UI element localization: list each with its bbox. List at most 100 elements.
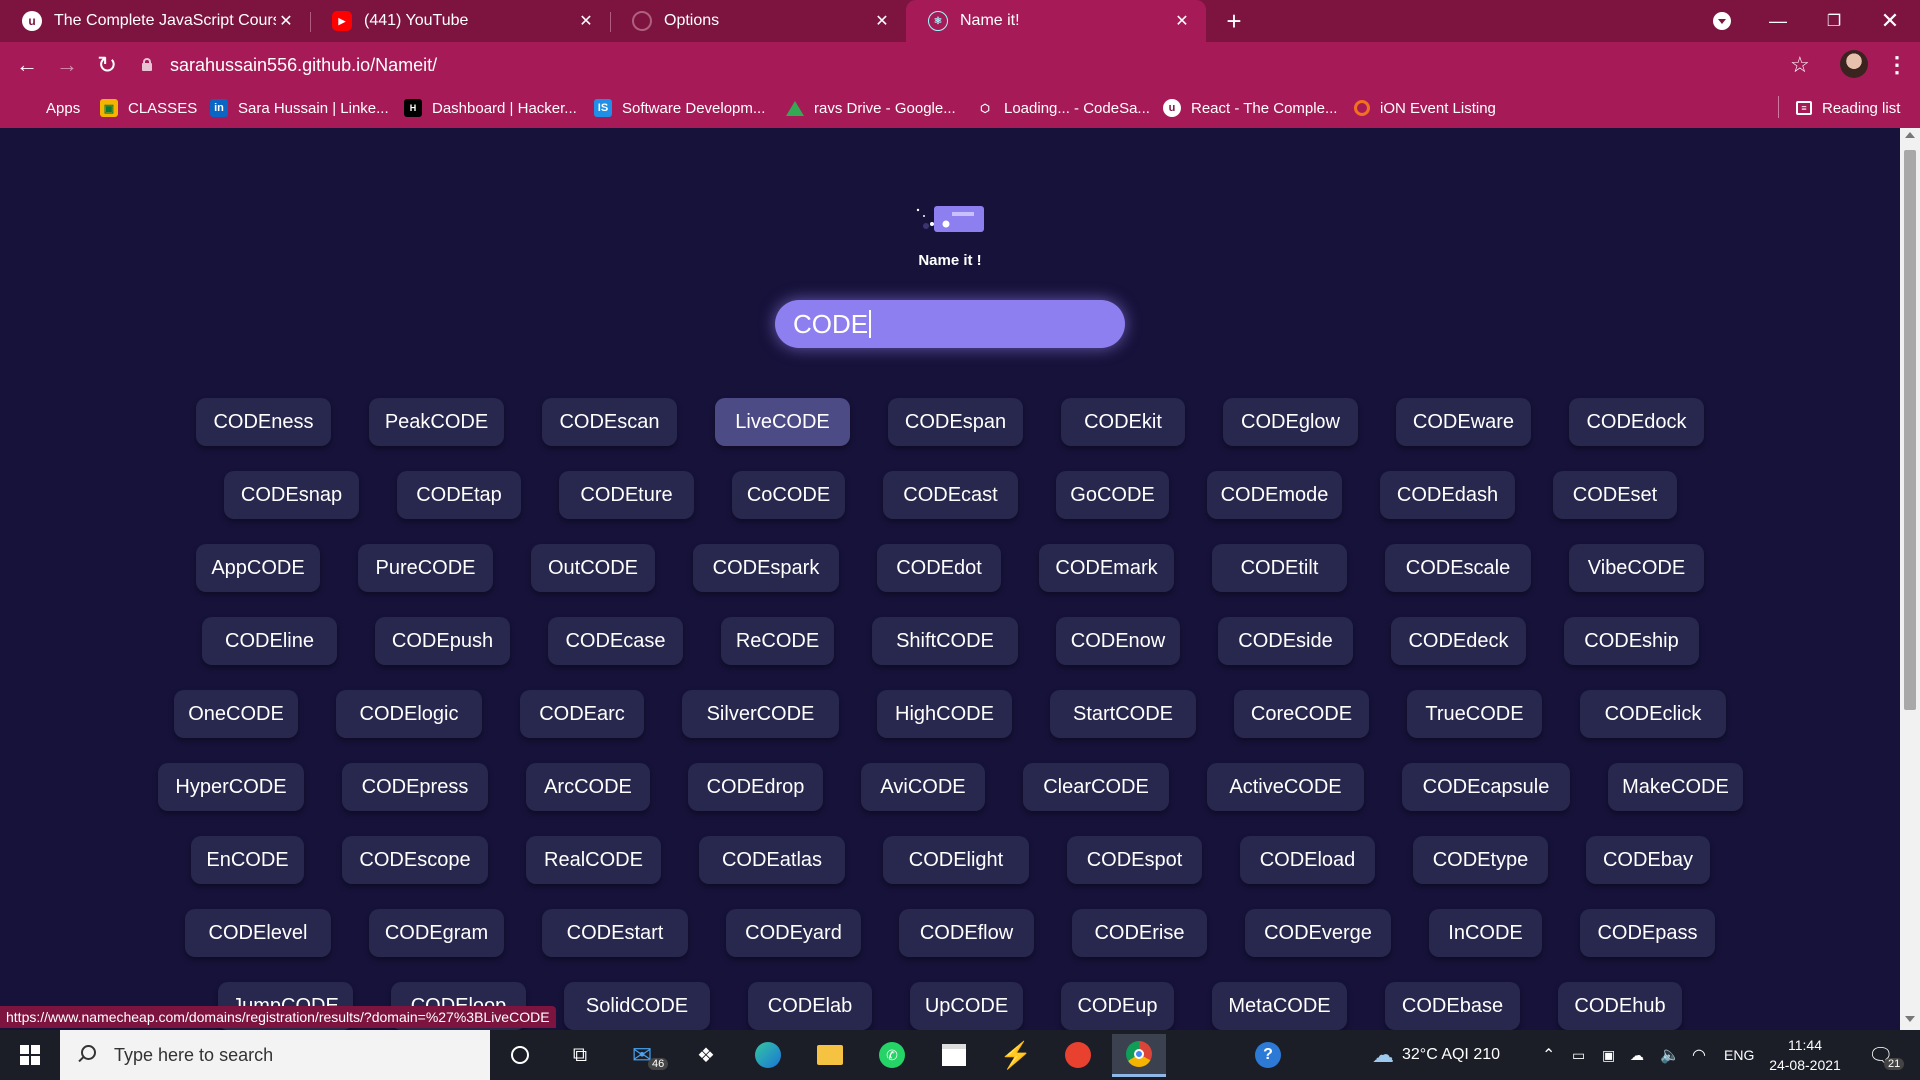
new-tab-button[interactable]: +	[1206, 0, 1262, 42]
name-chip[interactable]: CoreCODE	[1234, 690, 1369, 738]
microsoft-store-icon[interactable]	[934, 1037, 974, 1073]
name-chip[interactable]: CODEtap	[397, 471, 521, 519]
bookmark-linkedin[interactable]: in Sara Hussain | Linke...	[210, 96, 389, 120]
kebab-menu-icon[interactable]: ⋮	[1886, 52, 1908, 78]
name-chip[interactable]: CODEsnap	[224, 471, 359, 519]
name-chip[interactable]: CODEmark	[1039, 544, 1174, 592]
name-chip[interactable]: CODEspot	[1067, 836, 1202, 884]
name-chip[interactable]: CODEpass	[1580, 909, 1715, 957]
name-chip[interactable]: StartCODE	[1050, 690, 1196, 738]
name-chip[interactable]: CODEstart	[542, 909, 688, 957]
close-icon[interactable]: ✕	[276, 11, 296, 31]
battery-icon[interactable]: ▭	[1572, 1030, 1585, 1080]
name-chip[interactable]: MakeCODE	[1608, 763, 1743, 811]
name-chip[interactable]: CODEdock	[1569, 398, 1704, 446]
name-chip[interactable]: CODEture	[559, 471, 694, 519]
wifi-icon[interactable]: ◠	[1692, 1030, 1706, 1080]
name-chip[interactable]: CODEpush	[375, 617, 510, 665]
name-chip[interactable]: CODElab	[748, 982, 872, 1030]
notifications-icon[interactable]: 🗨	[1868, 1030, 1893, 1080]
name-chip[interactable]: CODEdot	[877, 544, 1001, 592]
name-chip[interactable]: CODEcast	[883, 471, 1018, 519]
close-icon[interactable]: ✕	[872, 11, 892, 31]
name-chip[interactable]: GoCODE	[1056, 471, 1169, 519]
name-chip[interactable]: CODEscope	[342, 836, 488, 884]
task-view-icon[interactable]: ⧉	[560, 1037, 600, 1073]
weather-widget[interactable]: ☁ 32°C AQI 210	[1372, 1030, 1500, 1080]
bookmark-codesandbox[interactable]: ⬡ Loading... - CodeSa...	[976, 96, 1150, 120]
bookmark-software-development[interactable]: IS Software Developm...	[594, 96, 765, 120]
cortana-icon[interactable]	[500, 1037, 540, 1073]
name-chip[interactable]: CODEness	[196, 398, 331, 446]
name-chip[interactable]: CODEspan	[888, 398, 1023, 446]
name-chip[interactable]: RealCODE	[526, 836, 661, 884]
bookmark-ion-event[interactable]: iON Event Listing	[1354, 96, 1496, 120]
name-chip[interactable]: CODEware	[1396, 398, 1531, 446]
name-chip[interactable]: CODEbay	[1586, 836, 1710, 884]
name-chip[interactable]: UpCODE	[910, 982, 1023, 1030]
name-chip[interactable]: CODEcapsule	[1402, 763, 1570, 811]
name-chip[interactable]: CODEload	[1240, 836, 1375, 884]
name-chip[interactable]: OneCODE	[174, 690, 298, 738]
name-chip[interactable]: CODEarc	[520, 690, 644, 738]
name-chip[interactable]: ShiftCODE	[872, 617, 1018, 665]
file-explorer-icon[interactable]	[810, 1037, 850, 1073]
tab-javascript-course[interactable]: u The Complete JavaScript Course ✕	[0, 0, 310, 42]
name-chip[interactable]: CODErise	[1072, 909, 1207, 957]
name-chip[interactable]: PeakCODE	[369, 398, 504, 446]
scroll-down-icon[interactable]	[1905, 1016, 1915, 1022]
scrollbar-thumb[interactable]	[1904, 150, 1916, 710]
taskbar-search[interactable]: Type here to search	[60, 1030, 490, 1080]
name-chip[interactable]: CODEdeck	[1391, 617, 1526, 665]
close-window-button[interactable]: ✕	[1862, 0, 1918, 42]
bookmark-apps[interactable]: Apps	[20, 96, 80, 120]
name-chip[interactable]: CODEcase	[548, 617, 683, 665]
language-indicator[interactable]: ENG	[1724, 1030, 1754, 1080]
name-chip[interactable]: EnCODE	[191, 836, 304, 884]
name-chip[interactable]: ActiveCODE	[1207, 763, 1364, 811]
address-bar[interactable]: sarahussain556.github.io/Nameit/	[140, 48, 1800, 82]
name-chip[interactable]: AppCODE	[196, 544, 320, 592]
name-chip[interactable]: CODEmode	[1207, 471, 1342, 519]
name-chip[interactable]: CODEscan	[542, 398, 677, 446]
name-chip[interactable]: HighCODE	[877, 690, 1012, 738]
name-chip[interactable]: SilverCODE	[682, 690, 839, 738]
name-chip[interactable]: CODEgram	[369, 909, 504, 957]
name-chip[interactable]: CODEdash	[1380, 471, 1515, 519]
name-chip[interactable]: CoCODE	[732, 471, 845, 519]
name-chip[interactable]: CODElevel	[185, 909, 331, 957]
name-chip[interactable]: CODEdrop	[688, 763, 823, 811]
start-button[interactable]	[0, 1030, 60, 1080]
name-chip[interactable]: CODEpress	[342, 763, 488, 811]
name-chip[interactable]: CODEscale	[1385, 544, 1531, 592]
name-chip[interactable]: CODEflow	[899, 909, 1034, 957]
name-chip[interactable]: CODEverge	[1245, 909, 1391, 957]
chrome-icon[interactable]	[1112, 1034, 1166, 1077]
profile-avatar[interactable]	[1840, 50, 1868, 78]
name-chip[interactable]: AviCODE	[861, 763, 985, 811]
name-chip[interactable]: CODEbase	[1385, 982, 1520, 1030]
name-chip[interactable]: PureCODE	[358, 544, 493, 592]
volume-icon[interactable]: 🔈	[1660, 1030, 1680, 1080]
name-chip[interactable]: CODEship	[1564, 617, 1699, 665]
game-app-icon[interactable]	[1058, 1037, 1098, 1073]
name-chip[interactable]: CODElight	[883, 836, 1029, 884]
vscode-icon[interactable]: ⚡	[996, 1037, 1036, 1073]
dropbox-icon[interactable]: ❖	[686, 1037, 726, 1073]
back-arrow-icon[interactable]: ←	[12, 50, 42, 80]
name-chip[interactable]: OutCODE	[531, 544, 655, 592]
tray-overflow-icon[interactable]: ⌃	[1542, 1030, 1555, 1080]
name-chip[interactable]: CODEtype	[1413, 836, 1548, 884]
name-chip[interactable]: CODEline	[202, 617, 337, 665]
tab-search-icon[interactable]	[1694, 0, 1750, 42]
name-chip[interactable]: CODElogic	[336, 690, 482, 738]
name-chip[interactable]: HyperCODE	[158, 763, 304, 811]
name-chip[interactable]: CODEhub	[1558, 982, 1682, 1030]
bookmark-classes[interactable]: ▣ CLASSES	[100, 96, 197, 120]
name-chip[interactable]: CODEup	[1061, 982, 1174, 1030]
bookmark-hackerrank[interactable]: H Dashboard | Hacker...	[404, 96, 577, 120]
network-warning-icon[interactable]: ☁	[1630, 1030, 1644, 1080]
name-chip[interactable]: CODEside	[1218, 617, 1353, 665]
name-chip[interactable]: InCODE	[1429, 909, 1542, 957]
reading-list[interactable]: ≡ Reading list	[1796, 96, 1900, 120]
